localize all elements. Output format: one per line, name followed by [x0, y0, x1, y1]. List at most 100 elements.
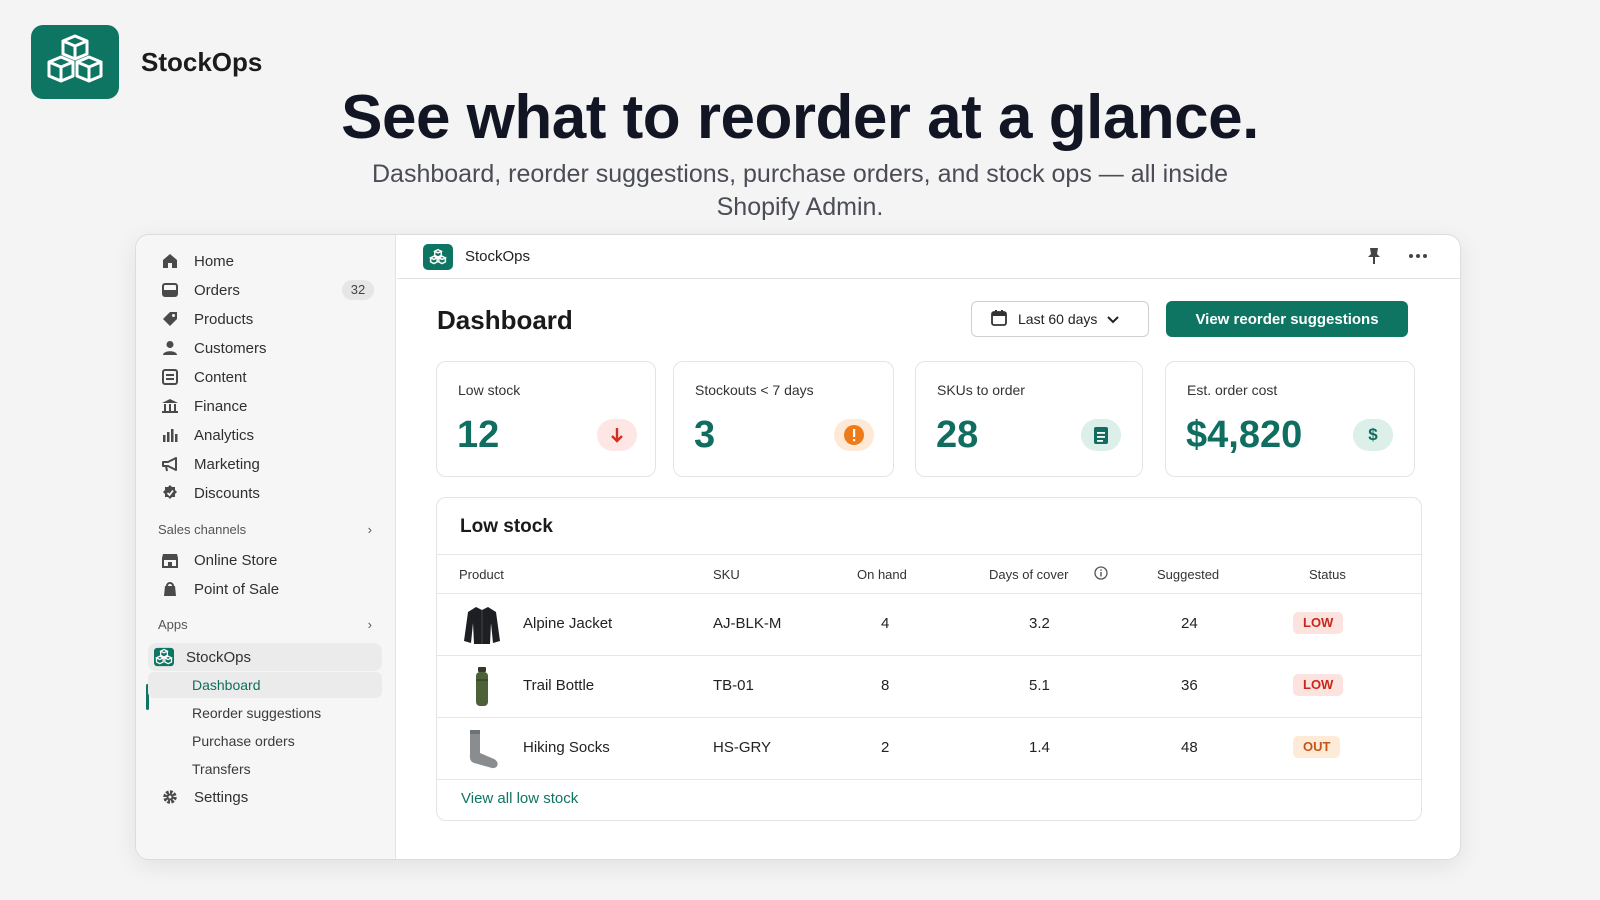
- sidebar-item-label: Finance: [194, 397, 248, 415]
- stat-label: Stockouts < 7 days: [695, 382, 814, 398]
- apps-header[interactable]: Apps ›: [158, 617, 372, 632]
- calendar-icon: [990, 309, 1008, 330]
- section-label: Sales channels: [158, 522, 247, 537]
- table-row[interactable]: Hiking Socks HS-GRY 2 1.4 48 OUT: [437, 718, 1421, 780]
- sidebar-subitem-purchase-orders[interactable]: Purchase orders: [148, 728, 382, 754]
- product-name: Trail Bottle: [523, 677, 595, 694]
- gear-icon: [160, 787, 180, 807]
- sidebar-item-point-of-sale[interactable]: Point of Sale: [148, 575, 382, 603]
- stat-label: SKUs to order: [937, 382, 1025, 398]
- pin-icon[interactable]: [1366, 247, 1382, 270]
- sidebar-item-customers[interactable]: Customers: [148, 334, 382, 362]
- sku: HS-GRY: [713, 739, 772, 756]
- column-header: Days of cover: [989, 567, 1069, 582]
- sidebar-item-label: Marketing: [194, 455, 260, 473]
- stat-label: Low stock: [458, 382, 521, 398]
- product-name: Hiking Socks: [523, 739, 610, 756]
- stat-card-low-stock[interactable]: Low stock 12: [436, 361, 656, 477]
- orders-count-badge: 32: [342, 280, 374, 300]
- days-of-cover: 3.2: [1029, 615, 1050, 632]
- column-header: Suggested: [1157, 567, 1220, 582]
- info-icon[interactable]: [1094, 566, 1108, 583]
- column-header: SKU: [713, 567, 740, 582]
- sidebar-item-analytics[interactable]: Analytics: [148, 421, 382, 449]
- sidebar-subitem-dashboard[interactable]: Dashboard: [148, 672, 382, 698]
- view-reorder-suggestions-button[interactable]: View reorder suggestions: [1166, 301, 1408, 337]
- alert-icon: [834, 419, 874, 451]
- sidebar-item-label: Online Store: [194, 551, 278, 569]
- dollar-icon: $: [1353, 419, 1393, 451]
- status-badge: OUT: [1293, 736, 1341, 758]
- home-icon: [160, 251, 180, 271]
- stat-card-skus-to-order[interactable]: SKUs to order 28: [915, 361, 1143, 477]
- bar-chart-icon: [160, 425, 180, 445]
- view-all-low-stock-link[interactable]: View all low stock: [461, 790, 578, 807]
- sidebar-item-label: StockOps: [186, 648, 252, 666]
- suggested-qty: 24: [1181, 615, 1198, 632]
- sales-channels-header[interactable]: Sales channels ›: [158, 522, 372, 537]
- app-window: Home Orders 32 Products Customers Conten…: [135, 234, 1461, 860]
- sidebar-item-marketing[interactable]: Marketing: [148, 450, 382, 478]
- sidebar-item-discounts[interactable]: Discounts: [148, 479, 382, 507]
- store-icon: [160, 550, 180, 570]
- sidebar-item-home[interactable]: Home: [148, 247, 382, 275]
- sidebar-item-label: Customers: [194, 339, 267, 357]
- sidebar-subitem-reorder-suggestions[interactable]: Reorder suggestions: [148, 700, 382, 726]
- column-header: On hand: [857, 567, 907, 582]
- chevron-down-icon: [1107, 311, 1120, 327]
- on-hand: 8: [881, 677, 890, 694]
- days-of-cover: 5.1: [1029, 677, 1050, 694]
- sidebar: Home Orders 32 Products Customers Conten…: [136, 235, 396, 859]
- sidebar-item-label: Products: [194, 310, 254, 328]
- on-hand: 4: [881, 615, 890, 632]
- chevron-right-icon: ›: [367, 522, 372, 537]
- stat-label: Est. order cost: [1187, 382, 1278, 398]
- sidebar-item-finance[interactable]: Finance: [148, 392, 382, 420]
- jacket-icon: [459, 602, 505, 648]
- pos-icon: [160, 579, 180, 599]
- brand-name: StockOps: [141, 46, 263, 77]
- sidebar-item-orders[interactable]: Orders 32: [148, 276, 382, 304]
- table-row[interactable]: Trail Bottle TB-01 8 5.1 36 LOW: [437, 656, 1421, 718]
- stockops-app-icon: [154, 647, 174, 667]
- low-stock-table-card: Low stock Product SKU On hand Days of co…: [436, 497, 1422, 821]
- sidebar-item-online-store[interactable]: Online Store: [148, 546, 382, 574]
- chevron-right-icon: ›: [367, 617, 372, 632]
- stat-card-stockouts[interactable]: Stockouts < 7 days 3: [673, 361, 894, 477]
- sidebar-subitem-transfers[interactable]: Transfers: [148, 756, 382, 782]
- sidebar-item-label: Orders: [194, 281, 240, 299]
- more-icon[interactable]: [1408, 247, 1428, 270]
- topbar-title: StockOps: [465, 248, 531, 265]
- megaphone-icon: [160, 454, 180, 474]
- table-row[interactable]: Alpine Jacket AJ-BLK-M 4 3.2 24 LOW: [437, 594, 1421, 656]
- orders-icon: [160, 280, 180, 300]
- sku: TB-01: [713, 677, 754, 694]
- app-topbar: StockOps: [397, 235, 1460, 279]
- stat-value: 3: [694, 414, 716, 456]
- stat-value: $4,820: [1186, 414, 1303, 456]
- stat-value: 12: [457, 414, 500, 456]
- sidebar-item-label: Point of Sale: [194, 580, 280, 598]
- main-content: StockOps Dashboard Last 60 days View reo…: [397, 235, 1460, 859]
- sidebar-item-label: Discounts: [194, 484, 260, 502]
- date-range-label: Last 60 days: [1018, 311, 1098, 327]
- table-title: Low stock: [460, 516, 553, 537]
- column-header: Status: [1309, 567, 1346, 582]
- sidebar-item-products[interactable]: Products: [148, 305, 382, 333]
- status-badge: LOW: [1293, 674, 1344, 696]
- tag-icon: [160, 309, 180, 329]
- sku: AJ-BLK-M: [713, 615, 782, 632]
- sidebar-item-stockops[interactable]: StockOps: [148, 643, 382, 671]
- stat-card-est-order-cost[interactable]: Est. order cost $4,820 $: [1165, 361, 1415, 477]
- stockops-app-icon: [423, 243, 453, 270]
- sidebar-item-settings[interactable]: Settings: [148, 783, 382, 811]
- arrow-down-icon: [597, 419, 637, 451]
- sidebar-item-label: Analytics: [194, 426, 255, 444]
- content-icon: [160, 367, 180, 387]
- sidebar-item-label: Content: [194, 368, 247, 386]
- date-range-select[interactable]: Last 60 days: [971, 301, 1149, 337]
- column-header: Product: [459, 567, 504, 582]
- sock-icon: [459, 726, 505, 772]
- on-hand: 2: [881, 739, 890, 756]
- sidebar-item-content[interactable]: Content: [148, 363, 382, 391]
